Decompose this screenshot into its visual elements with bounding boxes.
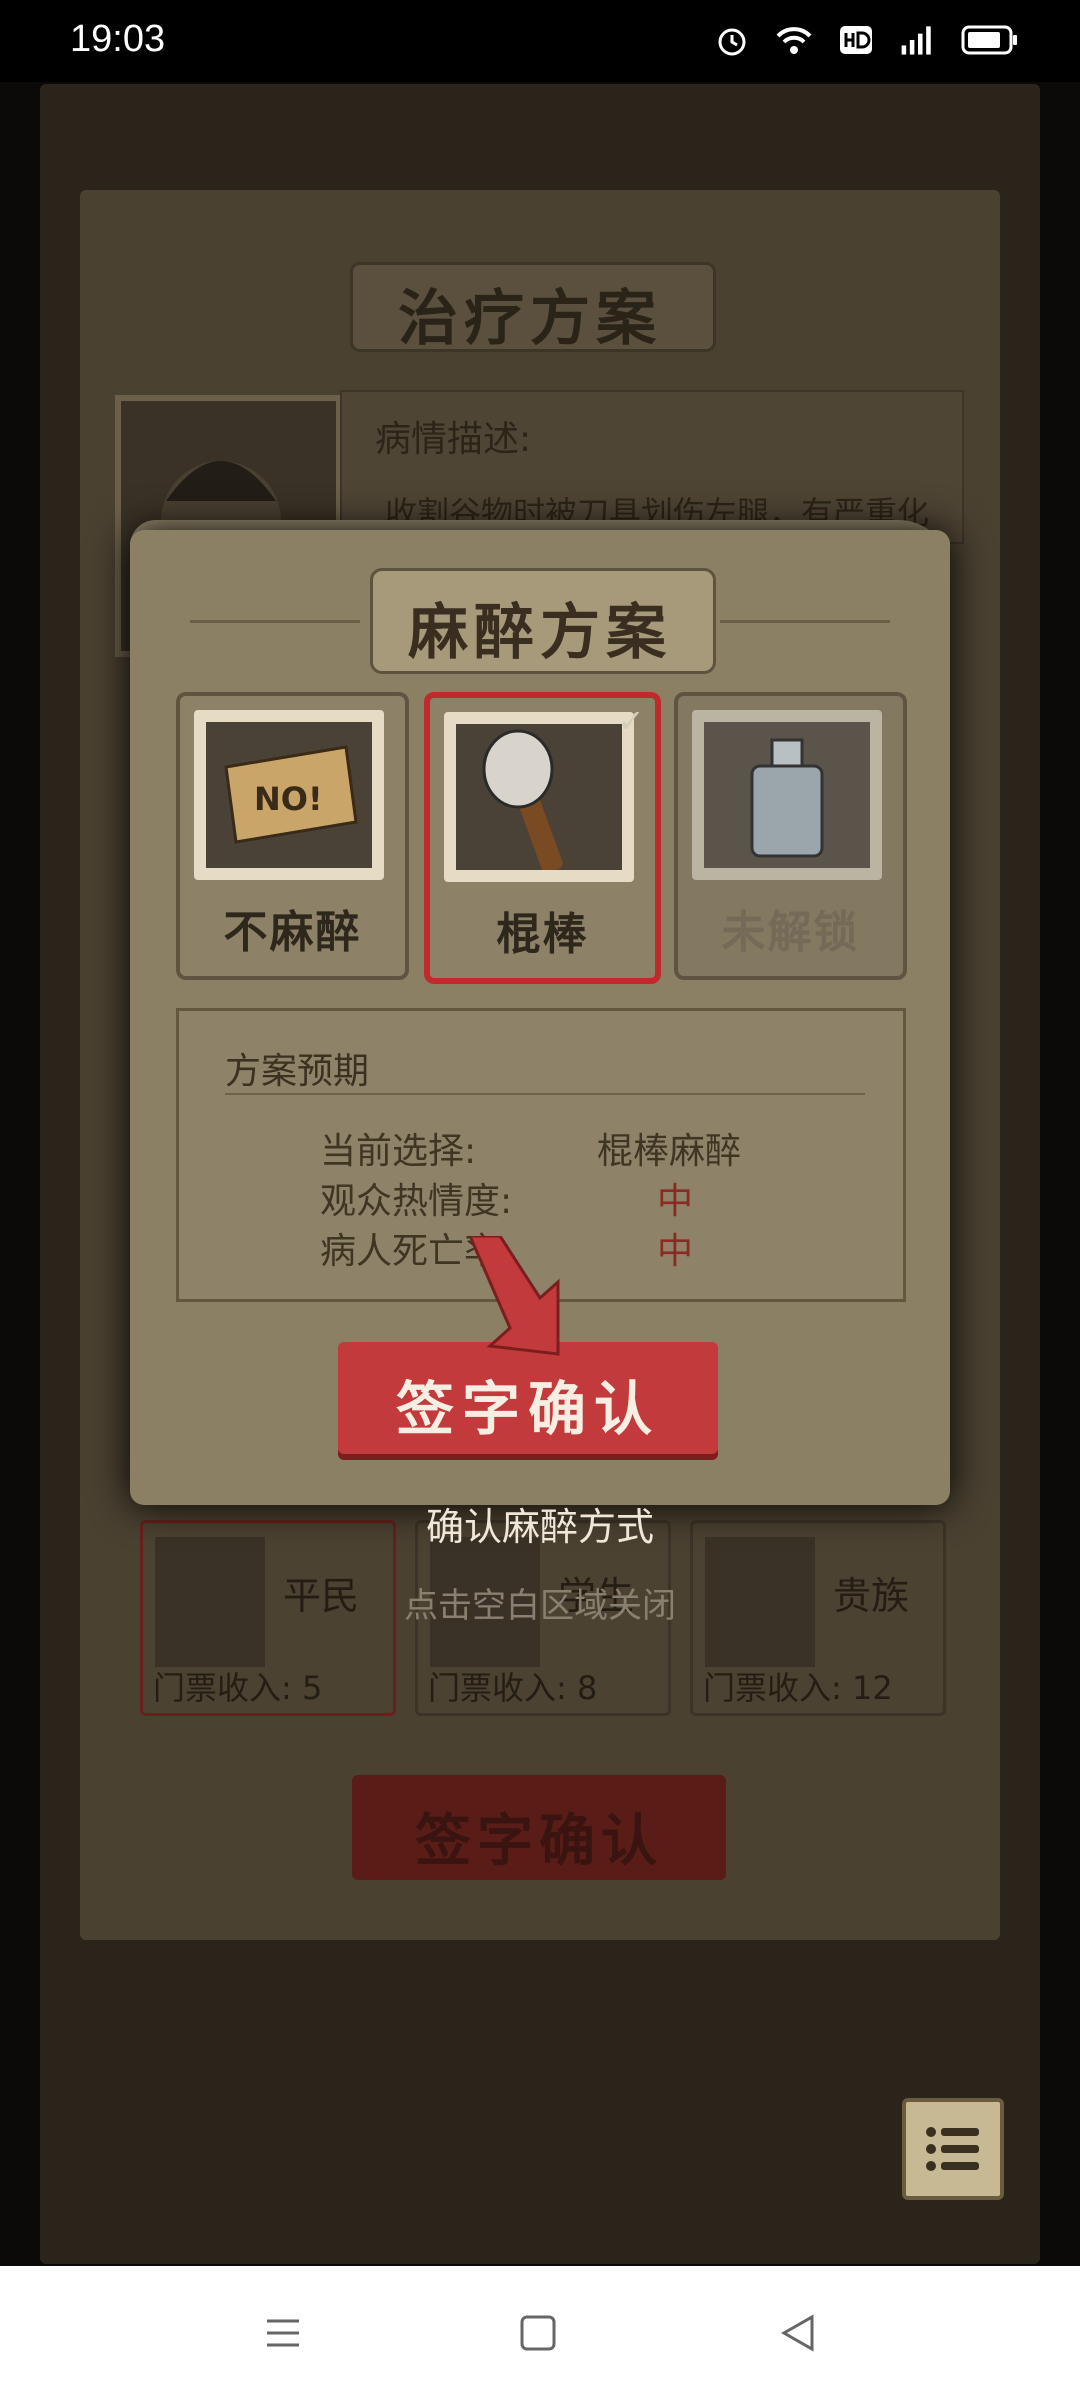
no-sign-text: NO!	[254, 780, 323, 818]
battery-icon	[960, 20, 1020, 60]
back-button[interactable]	[768, 2310, 828, 2356]
bottle-icon	[704, 722, 870, 868]
status-icons	[712, 20, 1020, 60]
option-frame	[444, 712, 634, 882]
check-icon: ✓	[617, 702, 645, 740]
wifi-icon	[774, 20, 814, 60]
divider	[225, 1093, 865, 1095]
no-sign-icon: NO!	[206, 722, 372, 868]
home-button[interactable]	[508, 2310, 568, 2356]
status-bar: 19:03	[0, 0, 1080, 82]
signal-4g-icon	[898, 20, 938, 60]
sign-confirm-label: 签字确认	[395, 1375, 660, 1443]
class-income: 门票收入: 5	[153, 1669, 323, 1707]
option-label: 不麻醉	[223, 907, 362, 958]
option-no-anesthesia[interactable]: NO! 不麻醉	[176, 692, 409, 980]
expectation-title: 方案预期	[225, 1051, 370, 1092]
option-frame: NO!	[194, 710, 384, 880]
club-icon	[456, 724, 622, 873]
hint-confirm: 确认麻醉方式	[425, 1505, 654, 1549]
class-income: 门票收入: 8	[428, 1669, 598, 1707]
audience-enthusiasm-label: 观众热情度:	[320, 1181, 513, 1222]
option-label: 未解锁	[721, 907, 860, 958]
option-club[interactable]: ✓ 棍棒	[424, 692, 661, 984]
background-sign-label: 签字确认	[415, 1809, 663, 1874]
treatment-title: 治疗方案	[398, 284, 662, 354]
status-time: 19:03	[70, 18, 166, 60]
alarm-icon	[712, 20, 752, 60]
title-ornament-right	[720, 620, 890, 623]
class-income: 门票收入: 12	[703, 1669, 893, 1707]
modal-title: 麻醉方案	[408, 598, 672, 668]
menu-button[interactable]	[902, 2098, 1004, 2200]
audience-enthusiasm-value: 中	[657, 1181, 694, 1222]
navigation-bar	[0, 2266, 1080, 2400]
condition-label: 病情描述:	[375, 419, 532, 460]
list-icon	[926, 2127, 979, 2171]
tutorial-arrow-icon	[470, 1236, 560, 1356]
menu-lines-icon	[267, 2319, 299, 2347]
back-triangle-icon	[780, 2314, 814, 2352]
hd-icon	[836, 20, 876, 60]
option-frame	[692, 710, 882, 880]
recents-button[interactable]	[253, 2310, 313, 2356]
title-ornament-left	[190, 620, 360, 623]
option-locked[interactable]: 未解锁	[674, 692, 907, 980]
hint-close: 点击空白区域关闭	[404, 1586, 676, 1626]
mortality-value: 中	[657, 1231, 694, 1272]
current-choice-label: 当前选择:	[320, 1131, 477, 1172]
option-label: 棍棒	[496, 909, 589, 960]
current-choice-value: 棍棒麻醉	[597, 1131, 742, 1172]
square-icon	[520, 2315, 556, 2351]
